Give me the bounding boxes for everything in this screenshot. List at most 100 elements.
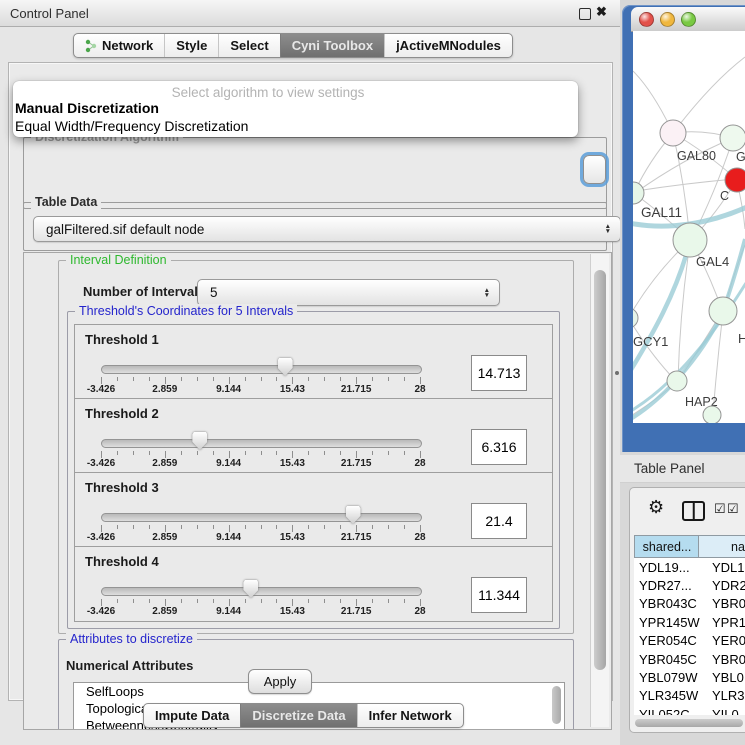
slider-track[interactable] [101,513,422,522]
cell-name[interactable]: YLR3 [698,688,745,703]
table-row[interactable]: YDL19...YDL1 [634,558,745,576]
tick-mark [117,377,118,381]
tick-label: 28 [414,384,425,395]
network-node-h[interactable] [709,297,737,325]
network-node-unlabeled[interactable] [703,406,721,423]
slider-thumb[interactable] [346,506,361,524]
slider-thumb[interactable] [192,432,207,450]
table-row[interactable]: YDR27...YDR2 [634,576,745,594]
tick-mark [213,377,214,381]
cell-shared-name[interactable]: YER054C [634,633,698,648]
close-traffic-light-icon[interactable] [639,12,654,27]
attribute-item-selfloops[interactable]: SelfLoops [74,683,564,700]
table-row[interactable]: YER054CYER0 [634,632,745,650]
tick-label: 2.859 [152,384,177,395]
slider-track[interactable] [101,587,422,596]
network-node-gal4[interactable] [673,223,707,257]
table-row[interactable]: YPR145WYPR1 [634,613,745,631]
dropdown-item-equal-width-frequency-discretization[interactable]: Equal Width/Frequency Discretization [15,118,248,134]
tick-label: -3.426 [87,606,115,617]
list-scrollbar-thumb[interactable] [552,686,561,724]
tick-mark [356,377,357,384]
column-layout-icon[interactable] [682,501,705,521]
tick-mark [261,377,262,381]
network-node-gal11[interactable] [633,182,644,204]
cell-shared-name[interactable]: YDL19... [634,560,698,575]
tick-label: 21.715 [341,384,372,395]
interval-definition-group: Interval Definition Number of Intervals … [58,260,574,634]
cell-shared-name[interactable]: YLR345W [634,688,698,703]
bottom-tab-infer-network[interactable]: Infer Network [357,704,463,727]
threshold-value-field[interactable]: 11.344 [471,577,527,613]
slider-thumb[interactable] [243,580,258,598]
zoom-traffic-light-icon[interactable] [681,12,696,27]
network-node-ga[interactable] [720,125,745,151]
tick-mark [308,525,309,529]
cell-shared-name[interactable]: YBR045C [634,652,698,667]
table-row[interactable]: YBR045CYBR0 [634,650,745,668]
bottom-tab-discretize-data[interactable]: Discretize Data [240,704,356,727]
bottom-tab-impute-data[interactable]: Impute Data [144,704,240,727]
cell-shared-name[interactable]: YDR27... [634,578,698,593]
tick-mark [420,377,421,384]
tab-jactivemnodules[interactable]: jActiveMNodules [384,34,512,57]
network-node-gal80[interactable] [660,120,686,146]
close-icon[interactable]: ✖ [596,4,607,20]
group-title: Attributes to discretize [66,632,197,646]
cell-name[interactable]: YBR0 [698,596,745,611]
number-of-intervals-combo[interactable]: 5 ▲▼ [197,279,500,306]
cell-name[interactable]: YBR0 [698,652,745,667]
tick-mark [165,377,166,384]
cell-name[interactable]: YBL0 [698,670,744,685]
algorithm-dropdown-popup: Select algorithm to view settings Manual… [13,81,578,137]
vertical-scrollbar-thumb[interactable] [594,270,606,670]
network-node-gcy1[interactable] [633,308,638,328]
checkbox-checked-icon[interactable]: ☑ [727,501,739,517]
threshold-value-field[interactable]: 6.316 [471,429,527,465]
vertical-scrollbar[interactable] [590,254,609,727]
tick-mark [388,377,389,381]
network-node-hap2[interactable] [667,371,687,391]
cell-shared-name[interactable]: YPR145W [634,615,698,630]
table-row[interactable]: YLR345WYLR3 [634,687,745,705]
slider-track[interactable] [101,439,422,448]
tab-select[interactable]: Select [218,34,279,57]
table-row[interactable]: YBR043CYBR0 [634,595,745,613]
cell-name[interactable]: YIL0 [698,707,739,715]
column-header-na[interactable]: na [698,535,745,558]
threshold-value-field[interactable]: 14.713 [471,355,527,391]
checkbox-checked-icon[interactable]: ☑ [714,501,726,517]
cell-name[interactable]: YER0 [698,633,745,648]
apply-button[interactable]: Apply [248,669,312,694]
network-view-window[interactable]: GAL80GACGAL11GAL4GCY1HHAP2 [622,5,745,452]
network-canvas[interactable]: GAL80GACGAL11GAL4GCY1HHAP2 [633,31,745,423]
tick-mark [324,451,325,455]
tab-network[interactable]: Network [74,34,164,57]
slider-thumb[interactable] [278,358,293,376]
cell-name[interactable]: YPR1 [698,615,745,630]
slider-track[interactable] [101,365,422,374]
float-window-icon[interactable] [579,8,591,20]
cell-shared-name[interactable]: YBR043C [634,596,698,611]
settings-gear-icon[interactable]: ⚙ [648,497,664,518]
cell-shared-name[interactable]: YBL079W [634,670,698,685]
network-window-titlebar[interactable] [631,7,745,32]
minimize-traffic-light-icon[interactable] [660,12,675,27]
numerical-attributes-label: Numerical Attributes [66,658,193,673]
algorithm-combo[interactable] [583,155,606,184]
tab-style[interactable]: Style [164,34,218,57]
cell-name[interactable]: YDR2 [698,578,745,593]
cell-shared-name[interactable]: YIL052C [634,707,698,715]
horizontal-scrollbar-thumb[interactable] [635,719,743,727]
table-row[interactable]: YBL079WYBL0 [634,668,745,686]
table-row[interactable]: YIL052CYIL0 [634,705,745,715]
threshold-panel-3: Threshold 3-3.4262.8599.14415.4321.71528… [74,472,553,548]
tab-cyni-toolbox[interactable]: Cyni Toolbox [280,34,384,57]
column-header-shared[interactable]: shared... [634,535,700,558]
split-pane-handle[interactable] [615,371,619,375]
threshold-value-field[interactable]: 21.4 [471,503,527,539]
dropdown-item-manual-discretization[interactable]: Manual Discretization [15,100,159,116]
table-data-combo[interactable]: galFiltered.sif default node ▲▼ [33,216,621,242]
cell-name[interactable]: YDL1 [698,560,745,575]
tick-mark [372,451,373,455]
